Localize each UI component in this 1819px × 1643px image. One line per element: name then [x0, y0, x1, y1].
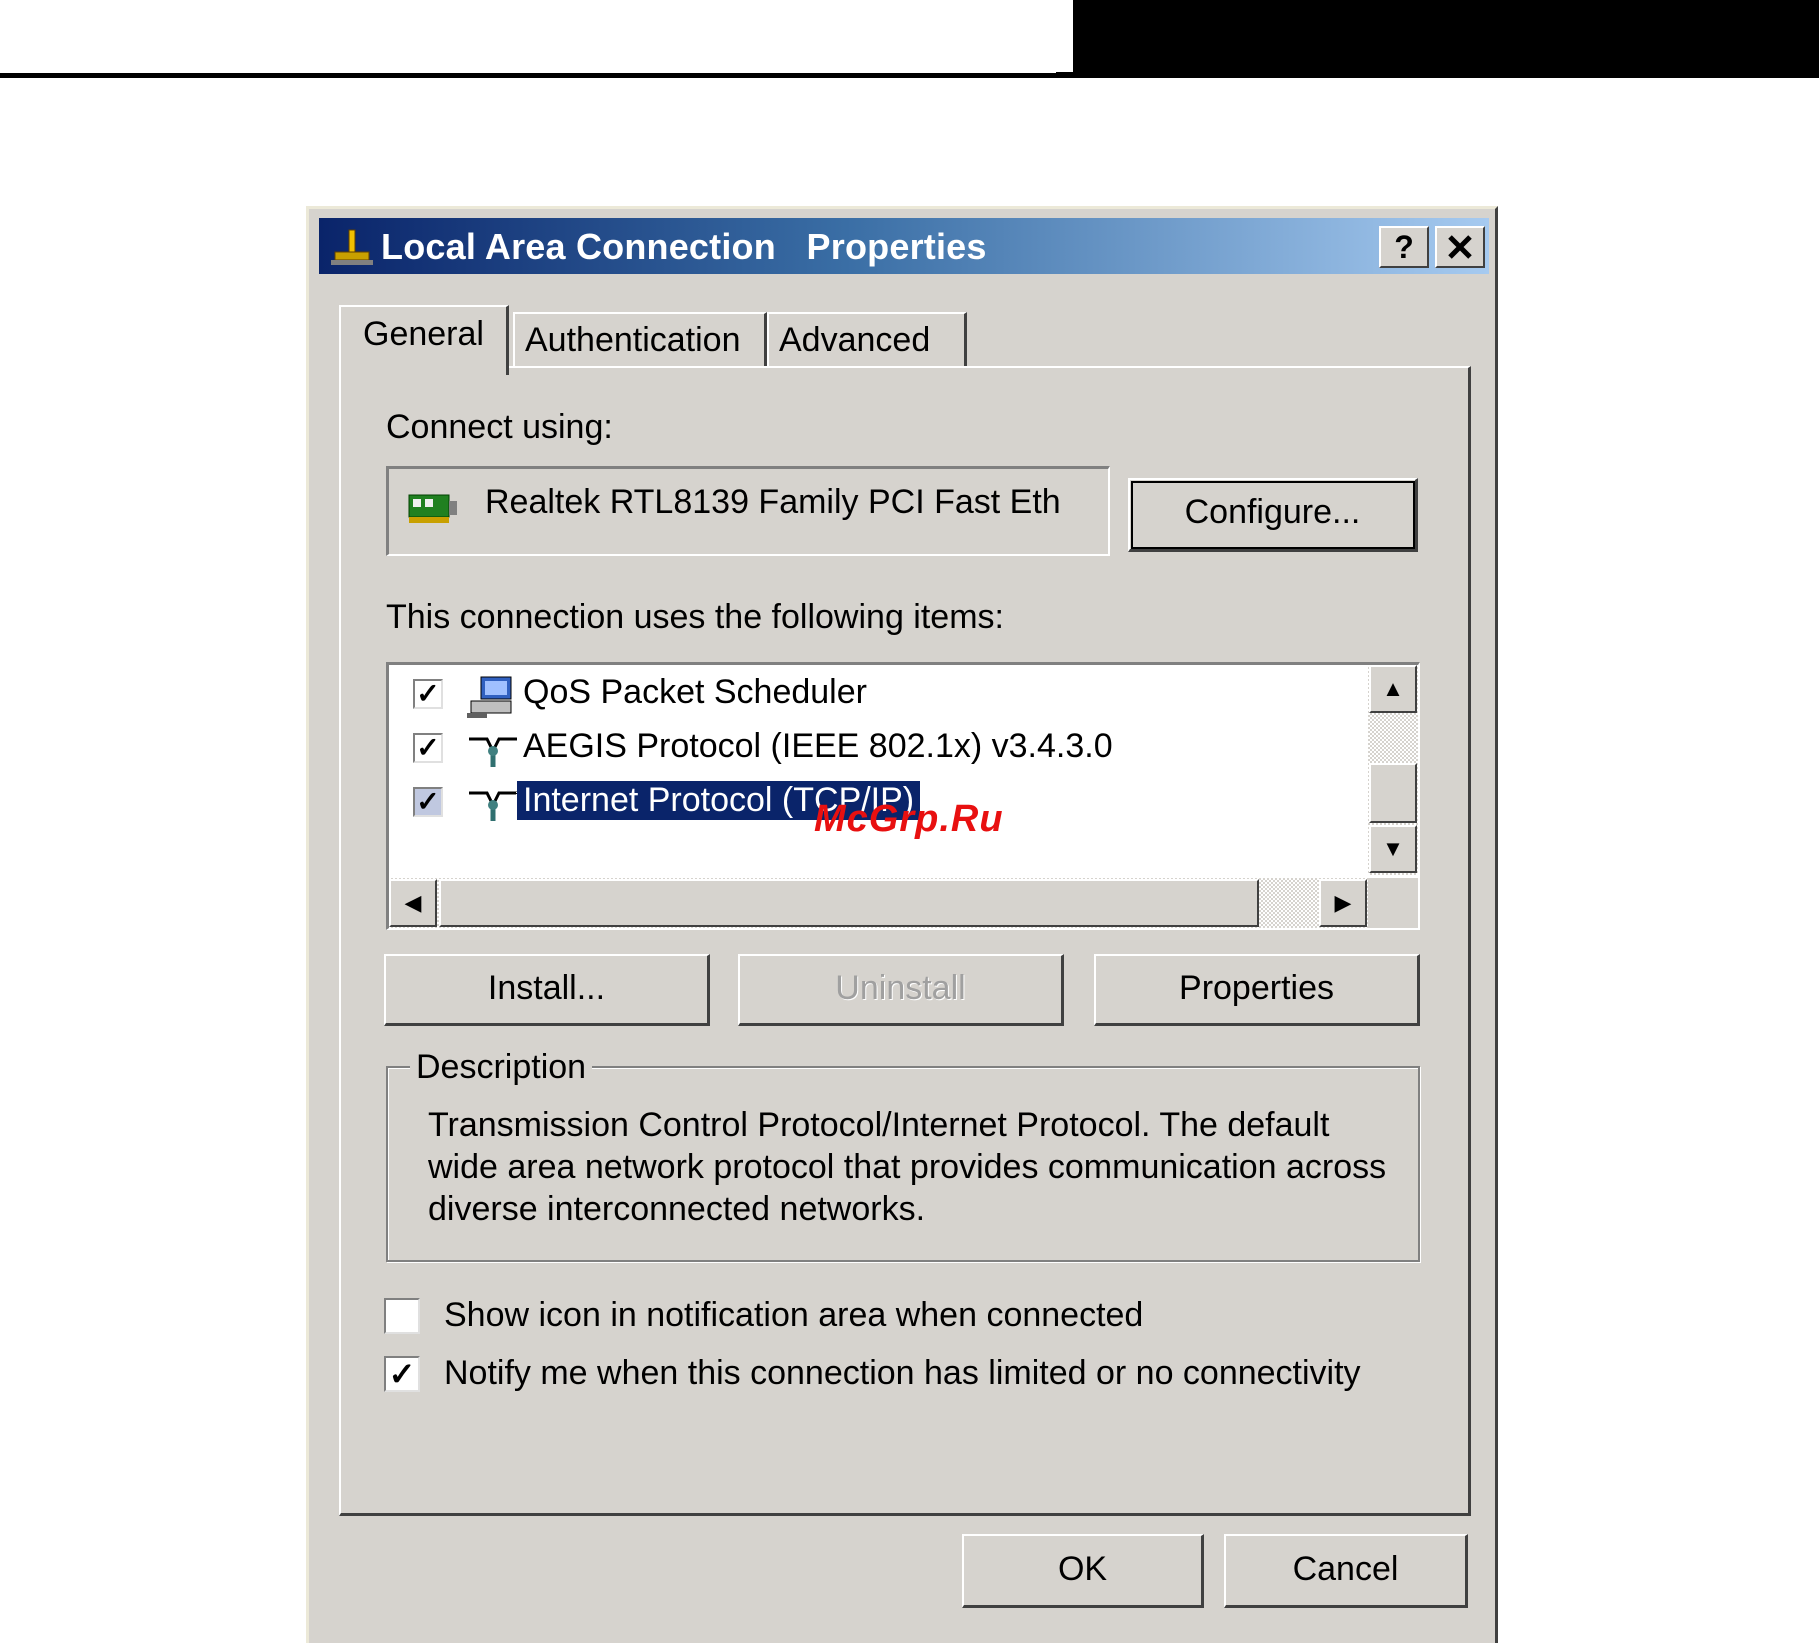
header-black-band	[1056, 0, 1819, 78]
item-label: AEGIS Protocol (IEEE 802.1x) v3.4.3.0	[523, 727, 1113, 765]
vertical-scroll-thumb[interactable]	[1369, 763, 1417, 823]
list-item[interactable]: ✓ QoS Packet Scheduler	[389, 669, 1369, 721]
install-button[interactable]: Install...	[384, 954, 710, 1026]
show-icon-checkbox[interactable]	[384, 1298, 420, 1334]
header-notch	[1056, 0, 1076, 72]
items-label: This connection uses the following items…	[386, 598, 1004, 636]
cancel-button[interactable]: Cancel	[1224, 1534, 1468, 1608]
item-checkbox[interactable]: ✓	[413, 787, 443, 817]
network-card-icon	[408, 494, 457, 523]
protocol-icon	[469, 791, 517, 821]
scheduler-icon	[467, 676, 512, 718]
watermark: McGrp.Ru	[814, 798, 1004, 840]
scroll-up-button[interactable]: ▲	[1369, 665, 1417, 713]
scroll-right-button[interactable]: ▶	[1319, 879, 1367, 927]
scrollbar-corner	[1368, 878, 1418, 928]
header-rule	[0, 73, 1819, 78]
item-checkbox[interactable]: ✓	[413, 679, 443, 709]
ok-button[interactable]: OK	[962, 1534, 1204, 1608]
network-connection-icon	[331, 229, 373, 265]
horizontal-scrollbar[interactable]: ◀ ▶	[389, 878, 1369, 928]
adapter-field: Realtek RTL8139 Family PCI Fast Eth	[386, 466, 1110, 556]
title-bar[interactable]: Local Area Connection Properties ?	[319, 218, 1489, 274]
help-button[interactable]: ?	[1379, 226, 1429, 268]
horizontal-scroll-thumb[interactable]	[439, 879, 1259, 927]
description-title: Description	[410, 1048, 593, 1087]
description-text: Transmission Control Protocol/Internet P…	[428, 1106, 1387, 1228]
window-title: Local Area Connection Properties	[381, 226, 987, 267]
adapter-name: Realtek RTL8139 Family PCI Fast Eth	[485, 483, 1061, 521]
show-icon-label: Show icon in notification area when conn…	[444, 1296, 1144, 1334]
properties-button[interactable]: Properties	[1094, 954, 1420, 1026]
connect-using-label: Connect using:	[386, 408, 613, 446]
tab-general[interactable]: General	[339, 305, 509, 375]
items-list[interactable]: ✓ QoS Packet Scheduler ✓ AEGIS Protocol …	[386, 662, 1420, 930]
scroll-left-button[interactable]: ◀	[389, 879, 437, 927]
close-icon	[1448, 235, 1472, 259]
close-button[interactable]	[1435, 226, 1485, 268]
vertical-scrollbar[interactable]: ▲ ▼	[1368, 665, 1418, 875]
notify-checkbox[interactable]: ✓	[384, 1356, 420, 1392]
configure-button[interactable]: Configure...	[1128, 478, 1418, 552]
notify-label: Notify me when this connection has limit…	[444, 1354, 1361, 1392]
item-checkbox[interactable]: ✓	[413, 733, 443, 763]
scroll-down-button[interactable]: ▼	[1369, 825, 1417, 873]
protocol-icon	[469, 737, 517, 767]
tab-authentication[interactable]: Authentication	[513, 312, 767, 370]
uninstall-button[interactable]: Uninstall	[738, 954, 1064, 1026]
list-item[interactable]: ✓ AEGIS Protocol (IEEE 802.1x) v3.4.3.0	[389, 723, 1369, 775]
tab-advanced[interactable]: Advanced	[767, 312, 967, 370]
item-label: QoS Packet Scheduler	[523, 673, 867, 711]
